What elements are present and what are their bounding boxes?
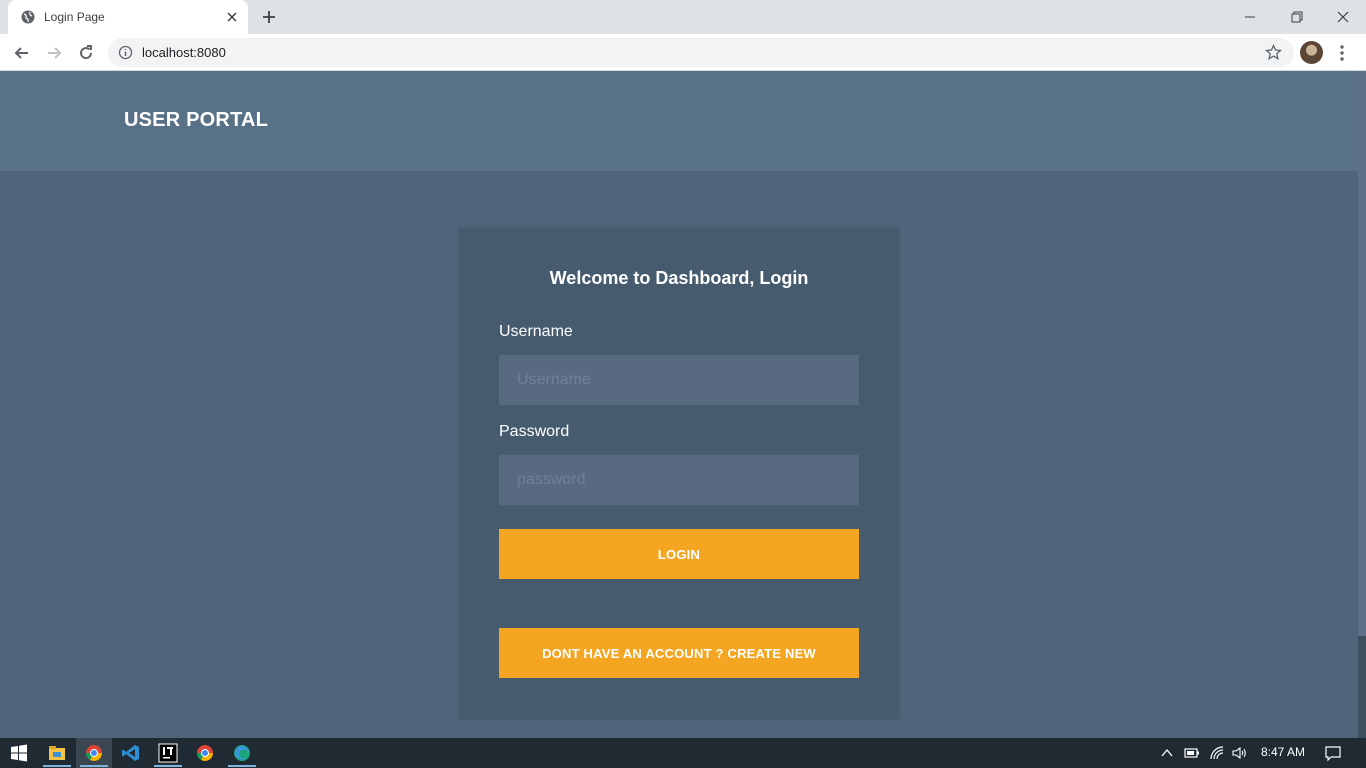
address-bar[interactable]: localhost:8080 — [108, 38, 1294, 67]
password-label: Password — [499, 423, 570, 440]
chrome-alt-icon[interactable] — [195, 743, 215, 763]
url-text[interactable]: localhost:8080 — [142, 45, 226, 60]
bookmark-star-icon[interactable] — [1265, 44, 1282, 61]
edge-icon[interactable] — [232, 743, 252, 763]
page-content: USER PORTAL Welcome to Dashboard, Login … — [0, 71, 1358, 738]
password-input[interactable] — [499, 455, 859, 505]
os-taskbar: 8:47 AM — [0, 738, 1366, 768]
scrollbar-thumb[interactable] — [1358, 636, 1366, 738]
file-explorer-icon[interactable] — [47, 743, 67, 763]
username-input[interactable] — [499, 355, 859, 405]
volume-icon[interactable] — [1231, 745, 1247, 761]
windows-start-icon[interactable] — [9, 743, 29, 763]
browser-toolbar: localhost:8080 — [0, 34, 1366, 71]
intellij-running-indicator — [154, 765, 182, 767]
vscode-icon[interactable] — [121, 743, 141, 763]
reload-icon[interactable] — [76, 43, 96, 63]
new-tab-icon[interactable] — [260, 8, 278, 26]
profile-avatar[interactable] — [1300, 41, 1323, 64]
explorer-running-indicator — [43, 765, 71, 767]
tab-title: Login Page — [44, 10, 105, 24]
login-card: Welcome to Dashboard, Login Username Pas… — [459, 228, 899, 719]
wifi-icon[interactable] — [1209, 745, 1225, 761]
close-tab-icon[interactable] — [224, 9, 240, 25]
action-center-icon[interactable] — [1325, 745, 1341, 761]
globe-icon — [21, 10, 35, 24]
restore-icon[interactable] — [1287, 7, 1307, 27]
site-header: USER PORTAL — [0, 71, 1358, 171]
site-brand[interactable]: USER PORTAL — [124, 109, 268, 132]
intellij-icon[interactable] — [158, 743, 178, 763]
close-window-icon[interactable] — [1333, 7, 1353, 27]
browser-tab-bar: Login Page — [0, 0, 1366, 34]
battery-icon[interactable] — [1184, 745, 1200, 761]
login-title: Welcome to Dashboard, Login — [549, 268, 809, 288]
minimize-icon[interactable] — [1240, 7, 1260, 27]
forward-icon[interactable] — [44, 43, 64, 63]
chrome-running-indicator — [80, 765, 108, 767]
site-info-icon[interactable] — [118, 45, 133, 60]
login-button[interactable]: LOGIN — [499, 529, 859, 579]
browser-tab[interactable]: Login Page — [8, 0, 248, 34]
username-label: Username — [499, 323, 573, 340]
more-menu-icon[interactable] — [1338, 43, 1346, 63]
edge-running-indicator — [228, 765, 256, 767]
back-icon[interactable] — [12, 43, 32, 63]
create-account-button[interactable]: DONT HAVE AN ACCOUNT ? CREATE NEW — [499, 628, 859, 678]
show-hidden-icons-icon[interactable] — [1159, 745, 1175, 761]
taskbar-clock[interactable]: 8:47 AM — [1261, 745, 1305, 759]
chrome-icon[interactable] — [84, 743, 104, 763]
page-scrollbar[interactable] — [1358, 71, 1366, 738]
